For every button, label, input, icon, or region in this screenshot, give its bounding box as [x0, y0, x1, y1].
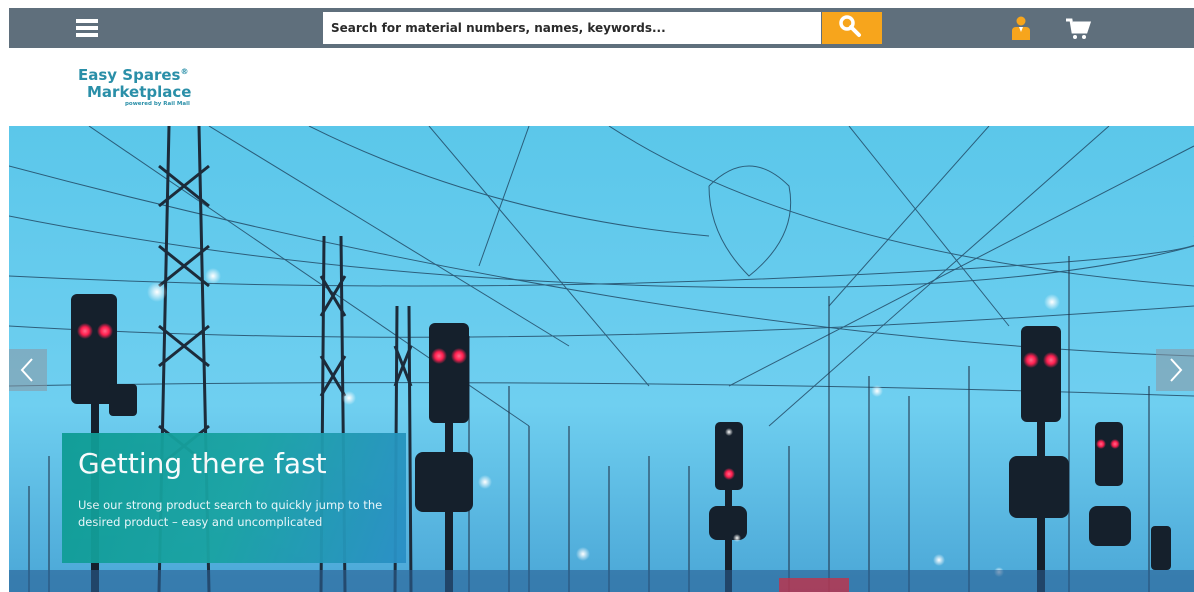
cart-icon	[1066, 18, 1092, 39]
user-account-button[interactable]	[1009, 14, 1033, 42]
cart-button[interactable]	[1063, 14, 1093, 42]
menu-button[interactable]	[73, 14, 101, 42]
logo-tagline: powered by Rail Mall	[125, 101, 190, 107]
logo-title: Easy Spares®	[78, 66, 189, 84]
user-icon	[1012, 16, 1030, 40]
hero-banner: Getting there fast Use our strong produc…	[9, 126, 1194, 592]
search-input[interactable]	[323, 12, 821, 44]
search-icon	[839, 15, 861, 37]
carousel-next-button[interactable]	[1156, 349, 1194, 391]
hero-title: Getting there fast	[78, 447, 327, 480]
carousel-prev-button[interactable]	[9, 349, 47, 391]
search-button[interactable]	[822, 12, 882, 44]
chevron-right-icon	[1170, 358, 1183, 382]
top-bar	[9, 8, 1194, 48]
site-logo[interactable]: Easy Spares® Marketplace powered by Rail…	[72, 64, 212, 114]
logo-subtitle: Marketplace	[87, 83, 192, 101]
page: Easy Spares® Marketplace powered by Rail…	[0, 0, 1194, 592]
menu-icon	[76, 19, 98, 37]
chevron-left-icon	[20, 358, 33, 382]
hero-caption: Getting there fast Use our strong produc…	[62, 433, 406, 563]
hero-description: Use our strong product search to quickly…	[78, 498, 383, 529]
